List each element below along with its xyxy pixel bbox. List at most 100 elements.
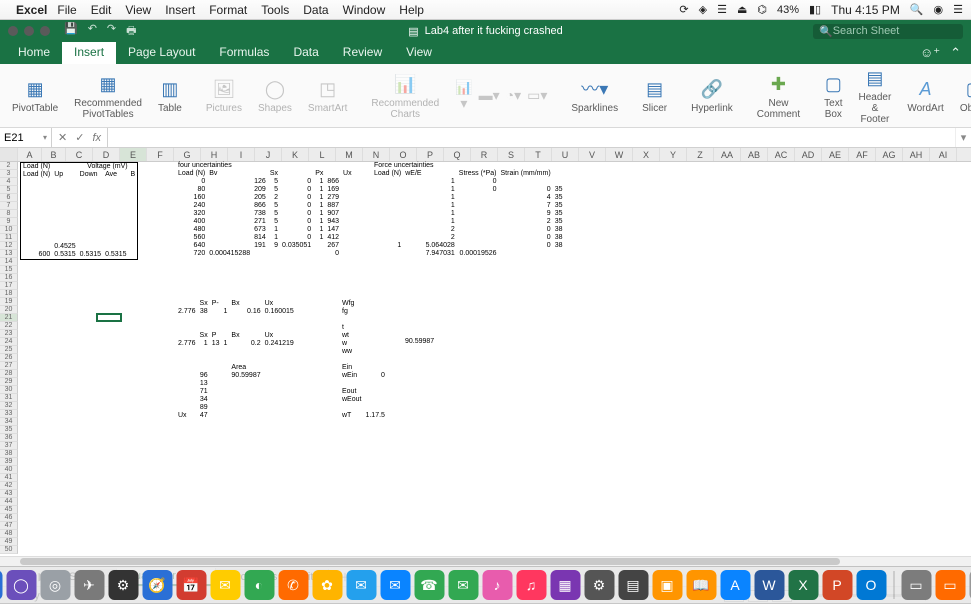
dock-app-2[interactable]: ◎ [40, 570, 70, 600]
col-header-Q[interactable]: Q [444, 148, 471, 161]
row-header-34[interactable]: 34 [0, 418, 18, 426]
dock-app-13[interactable]: ☎ [414, 570, 444, 600]
col-header-H[interactable]: H [201, 148, 228, 161]
wordart-button[interactable]: AWordArt [903, 77, 948, 114]
row-header-45[interactable]: 45 [0, 506, 18, 514]
tab-page-layout[interactable]: Page Layout [116, 42, 207, 64]
tab-view[interactable]: View [394, 42, 444, 64]
col-header-G[interactable]: G [174, 148, 201, 161]
row-header-40[interactable]: 40 [0, 466, 18, 474]
tab-home[interactable]: Home [6, 42, 62, 64]
menu-edit[interactable]: Edit [91, 3, 112, 17]
slicer-button[interactable]: ▤Slicer [638, 77, 671, 114]
col-header-I[interactable]: I [228, 148, 255, 161]
dock-app-21[interactable]: 📖 [686, 570, 716, 600]
row-header-11[interactable]: 11 [0, 234, 18, 242]
tab-insert[interactable]: Insert [62, 42, 116, 64]
object-button[interactable]: ▢Object [956, 77, 971, 114]
col-header-AA[interactable]: AA [714, 148, 741, 161]
shapes-button[interactable]: ◯Shapes [254, 77, 296, 114]
row-header-26[interactable]: 26 [0, 354, 18, 362]
menu-format[interactable]: Format [209, 3, 247, 17]
dock-app-6[interactable]: 📅 [176, 570, 206, 600]
col-header-D[interactable]: D [93, 148, 120, 161]
pivottable-button[interactable]: ▦PivotTable [8, 77, 62, 114]
dock-app-7[interactable]: ✉ [210, 570, 240, 600]
dock-app-19[interactable]: ▤ [618, 570, 648, 600]
dock-app-3[interactable]: ✈ [74, 570, 104, 600]
col-header-AI[interactable]: AI [930, 148, 957, 161]
dock-app-4[interactable]: ⚙ [108, 570, 138, 600]
expand-formula-bar-icon[interactable]: ▾ [955, 128, 971, 147]
row-header-47[interactable]: 47 [0, 522, 18, 530]
row-header-38[interactable]: 38 [0, 450, 18, 458]
row-header-12[interactable]: 12 [0, 242, 18, 250]
col-header-X[interactable]: X [633, 148, 660, 161]
menu-data[interactable]: Data [303, 3, 328, 17]
name-box-dropdown-icon[interactable]: ▾ [43, 133, 47, 142]
menu-view[interactable]: View [125, 3, 151, 17]
pictures-button[interactable]: 🖼Pictures [202, 77, 246, 114]
col-header-AG[interactable]: AG [876, 148, 903, 161]
tab-data[interactable]: Data [281, 42, 330, 64]
row-header-42[interactable]: 42 [0, 482, 18, 490]
col-header-J[interactable]: J [255, 148, 282, 161]
new-comment-button[interactable]: ✚New Comment [753, 72, 804, 120]
qat-redo-icon[interactable]: ↷ [107, 22, 116, 41]
col-header-Y[interactable]: Y [660, 148, 687, 161]
qat-print-icon[interactable]: 🖶 [126, 22, 136, 41]
tab-review[interactable]: Review [331, 42, 394, 64]
table-button[interactable]: ▥Table [154, 77, 186, 114]
dock-app-24[interactable]: X [788, 570, 818, 600]
row-header-50[interactable]: 50 [0, 546, 18, 554]
dock-app-15[interactable]: ♪ [482, 570, 512, 600]
cancel-formula-icon[interactable]: ✕ [58, 131, 67, 144]
col-header-AD[interactable]: AD [795, 148, 822, 161]
row-header-8[interactable]: 8 [0, 210, 18, 218]
text-box-button[interactable]: ▢Text Box [820, 72, 846, 120]
recommended-charts-button[interactable]: 📊Recommended Charts [367, 72, 443, 120]
dock-app-5[interactable]: 🧭 [142, 570, 172, 600]
row-header-23[interactable]: 23 [0, 330, 18, 338]
dock-app-22[interactable]: A [720, 570, 750, 600]
sheet-search-input[interactable] [833, 25, 957, 37]
dock-app-18[interactable]: ⚙ [584, 570, 614, 600]
dock-app-17[interactable]: ▦ [550, 570, 580, 600]
col-header-R[interactable]: R [471, 148, 498, 161]
dock-app-8[interactable]: ◐ [244, 570, 274, 600]
chart-gallery[interactable]: 📊▾▬▾◔▾▭▾ [451, 83, 551, 109]
dnd-icon[interactable]: ☰ [717, 3, 727, 16]
name-box[interactable]: E21 ▾ [0, 128, 52, 147]
menu-window[interactable]: Window [343, 3, 386, 17]
dock-app-12[interactable]: ✉ [380, 570, 410, 600]
row-header-9[interactable]: 9 [0, 218, 18, 226]
row-header-24[interactable]: 24 [0, 338, 18, 346]
sheet-search[interactable]: 🔍 [813, 24, 963, 39]
row-header-2[interactable]: 2 [0, 162, 18, 170]
menu-tools[interactable]: Tools [261, 3, 289, 17]
dock-app-23[interactable]: W [754, 570, 784, 600]
dock-app-27[interactable]: ▭ [901, 570, 931, 600]
dock-app-0[interactable]: ☺ [0, 570, 2, 600]
menu-insert[interactable]: Insert [165, 3, 195, 17]
row-header-32[interactable]: 32 [0, 402, 18, 410]
col-header-AF[interactable]: AF [849, 148, 876, 161]
col-header-AH[interactable]: AH [903, 148, 930, 161]
dock-app-20[interactable]: ▣ [652, 570, 682, 600]
row-header-4[interactable]: 4 [0, 178, 18, 186]
row-header-43[interactable]: 43 [0, 490, 18, 498]
col-header-B[interactable]: B [42, 148, 66, 161]
fx-icon[interactable]: fx [92, 132, 101, 144]
row-header-19[interactable]: 19 [0, 298, 18, 306]
dock-app-16[interactable]: ♫ [516, 570, 546, 600]
eject-icon[interactable]: ⏏ [737, 3, 747, 16]
battery-icon[interactable]: ▮▯ [809, 3, 821, 16]
col-header-F[interactable]: F [147, 148, 174, 161]
header-footer-button[interactable]: ▤Header & Footer [855, 66, 896, 125]
col-header-P[interactable]: P [417, 148, 444, 161]
sync-icon[interactable]: ⟳ [679, 3, 688, 16]
col-header-K[interactable]: K [282, 148, 309, 161]
row-header-31[interactable]: 31 [0, 394, 18, 402]
formula-input[interactable] [108, 128, 955, 147]
row-header-29[interactable]: 29 [0, 378, 18, 386]
